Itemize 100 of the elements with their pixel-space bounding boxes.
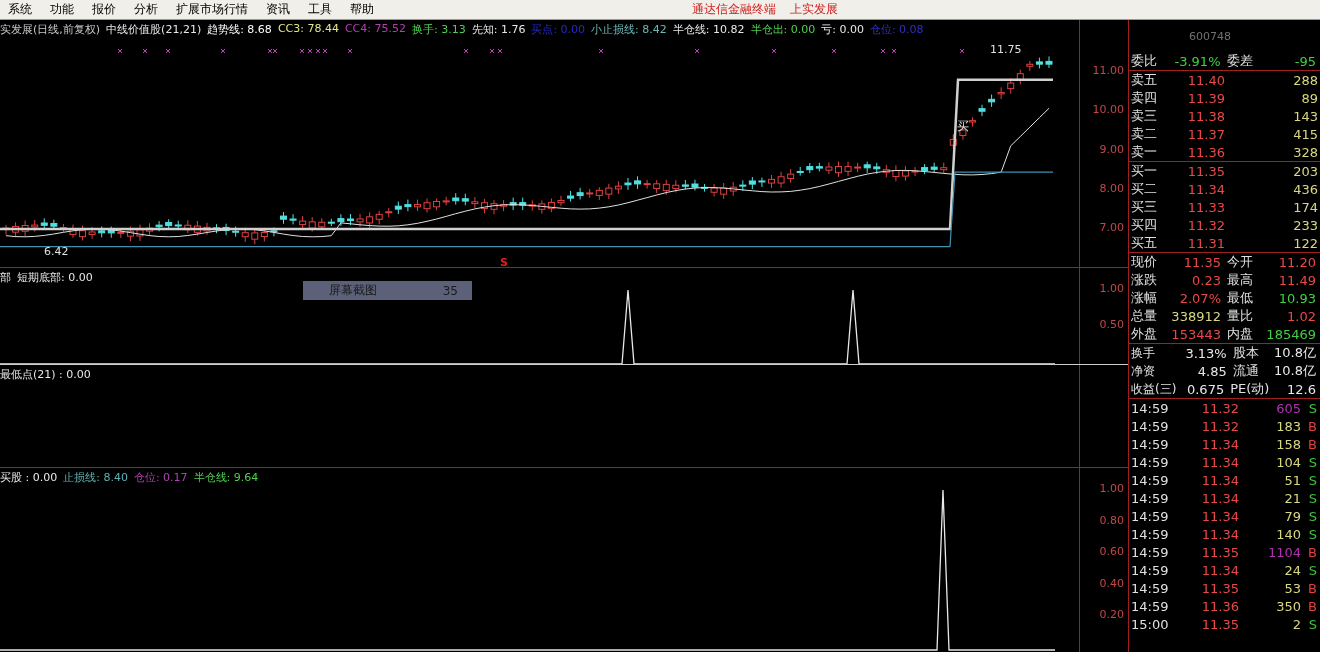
order-level-label: 卖五 [1130, 71, 1158, 89]
trade-time: 14:59 [1130, 598, 1170, 614]
axis-tick-label: 8.00 [1099, 181, 1124, 195]
order-price: 11.36 [1186, 144, 1226, 160]
field-label: PE(动) [1229, 380, 1269, 398]
trade-side: B [1307, 544, 1317, 560]
trade-time: 14:59 [1130, 544, 1170, 560]
tooltip-label: 屏幕截图 [329, 282, 377, 299]
menu-item[interactable]: 分析 [134, 1, 158, 18]
indicator-value: 止损线: 8.40 [63, 470, 128, 485]
indicator-value: 半仓线: 9.64 [193, 470, 259, 485]
trade-volume: 350 [1275, 598, 1301, 614]
indicator-value: 买点: 0.00 [531, 22, 586, 37]
order-price: 11.33 [1186, 199, 1226, 215]
field-value: 11.20 [1277, 254, 1317, 270]
menu-item[interactable]: 报价 [92, 1, 116, 18]
field-label: 涨跌 [1130, 271, 1158, 289]
trade-volume: 51 [1283, 472, 1301, 488]
order-level-label: 买四 [1130, 216, 1158, 234]
indicator-value: 短期底部: 0.00 [17, 270, 93, 285]
field-value: 3.13% [1184, 345, 1228, 361]
trade-side: S [1307, 490, 1317, 506]
field-label: 换手 [1130, 344, 1156, 362]
indicator-value: CC4: 75.52 [344, 22, 406, 37]
field-value: -3.91% [1173, 53, 1222, 69]
trade-side: S [1307, 454, 1317, 470]
order-level-label: 卖二 [1130, 125, 1158, 143]
field-label: 净资 [1130, 362, 1156, 380]
trade-time: 14:59 [1130, 400, 1170, 416]
indicator-value: 亏: 0.00 [821, 22, 864, 37]
indicator-value: CC3: 78.44 [277, 22, 339, 37]
trade-volume: 140 [1275, 526, 1301, 542]
order-volume: 143 [1292, 108, 1319, 124]
trade-time: 14:59 [1130, 508, 1170, 524]
axis-tick-label: 0.40 [1099, 576, 1124, 590]
menu-item[interactable]: 功能 [50, 1, 74, 18]
menu-item[interactable]: 扩展市场行情 [176, 1, 248, 18]
price-label: 11.75 [990, 43, 1022, 56]
trade-side: S [1307, 616, 1317, 632]
menu-item[interactable]: 帮助 [350, 1, 374, 18]
indicator-value: 小止损线: 8.42 [591, 22, 667, 37]
trade-price: 11.35 [1200, 616, 1239, 632]
order-price: 11.35 [1186, 163, 1226, 179]
field-value: 4.85 [1196, 363, 1228, 379]
order-volume: 328 [1292, 144, 1319, 160]
axis-tick-label: 9.00 [1099, 142, 1124, 156]
axis-tick-label: 1.00 [1099, 282, 1124, 295]
order-level-label: 买五 [1130, 234, 1158, 252]
trade-time: 14:59 [1130, 526, 1170, 542]
indicator-value: 半仓线: 10.82 [672, 22, 745, 37]
trade-price: 11.36 [1200, 598, 1239, 614]
trade-price: 11.32 [1200, 418, 1239, 434]
trade-price: 11.34 [1200, 490, 1239, 506]
field-label: 最高 [1226, 271, 1254, 289]
field-label: 现价 [1130, 253, 1158, 271]
trade-side: S [1307, 400, 1317, 416]
field-value: 185469 [1265, 326, 1317, 342]
order-price: 11.31 [1186, 235, 1226, 251]
trade-price: 11.34 [1200, 562, 1239, 578]
trade-side: B [1307, 580, 1317, 596]
trade-time: 14:59 [1130, 562, 1170, 578]
menu-item[interactable]: 工具 [308, 1, 332, 18]
trade-volume: 183 [1275, 418, 1301, 434]
field-label: 委比 [1130, 52, 1158, 70]
trade-time: 14:59 [1130, 580, 1170, 596]
order-volume: 89 [1300, 90, 1319, 106]
trade-volume: 1104 [1266, 544, 1301, 560]
order-volume: 203 [1292, 163, 1319, 179]
order-level-label: 买三 [1130, 198, 1158, 216]
trade-side: B [1307, 436, 1317, 452]
axis-tick-label: 10.00 [1092, 103, 1124, 117]
field-label: 总量 [1130, 307, 1158, 325]
trade-price: 11.34 [1200, 526, 1239, 542]
indicator-value: 先知: 1.76 [471, 22, 526, 37]
order-level-label: 卖四 [1130, 89, 1158, 107]
trade-side: S [1307, 562, 1317, 578]
trade-side: B [1307, 598, 1317, 614]
field-label: 量比 [1226, 307, 1254, 325]
indicator-value: 最低点(21) : 0.00 [0, 367, 91, 382]
menu-item[interactable]: 资讯 [266, 1, 290, 18]
trade-time: 14:59 [1130, 454, 1170, 470]
indicator-value: 半仓出: 0.00 [750, 22, 816, 37]
field-value: 11.49 [1277, 272, 1317, 288]
field-value: 10.93 [1277, 290, 1317, 306]
order-price: 11.39 [1186, 90, 1226, 106]
trade-side: S [1307, 508, 1317, 524]
order-level-label: 卖一 [1130, 143, 1158, 161]
order-volume: 436 [1292, 181, 1319, 197]
stock-code: 600748 [1189, 29, 1231, 43]
trade-volume: 104 [1275, 454, 1301, 470]
field-label: 股本 [1231, 344, 1260, 362]
trade-price: 11.32 [1200, 400, 1239, 416]
trade-time: 14:59 [1130, 472, 1170, 488]
indicator-value: 换手: 3.13 [412, 22, 466, 37]
menu-item[interactable]: 系统 [8, 1, 32, 18]
trade-side: S [1307, 472, 1317, 488]
trade-side: S [1307, 526, 1317, 542]
window-title: 通达信金融终端 [692, 1, 776, 18]
trade-time: 14:59 [1130, 490, 1170, 506]
indicator-value: 中线价值股(21,21) [106, 22, 202, 37]
